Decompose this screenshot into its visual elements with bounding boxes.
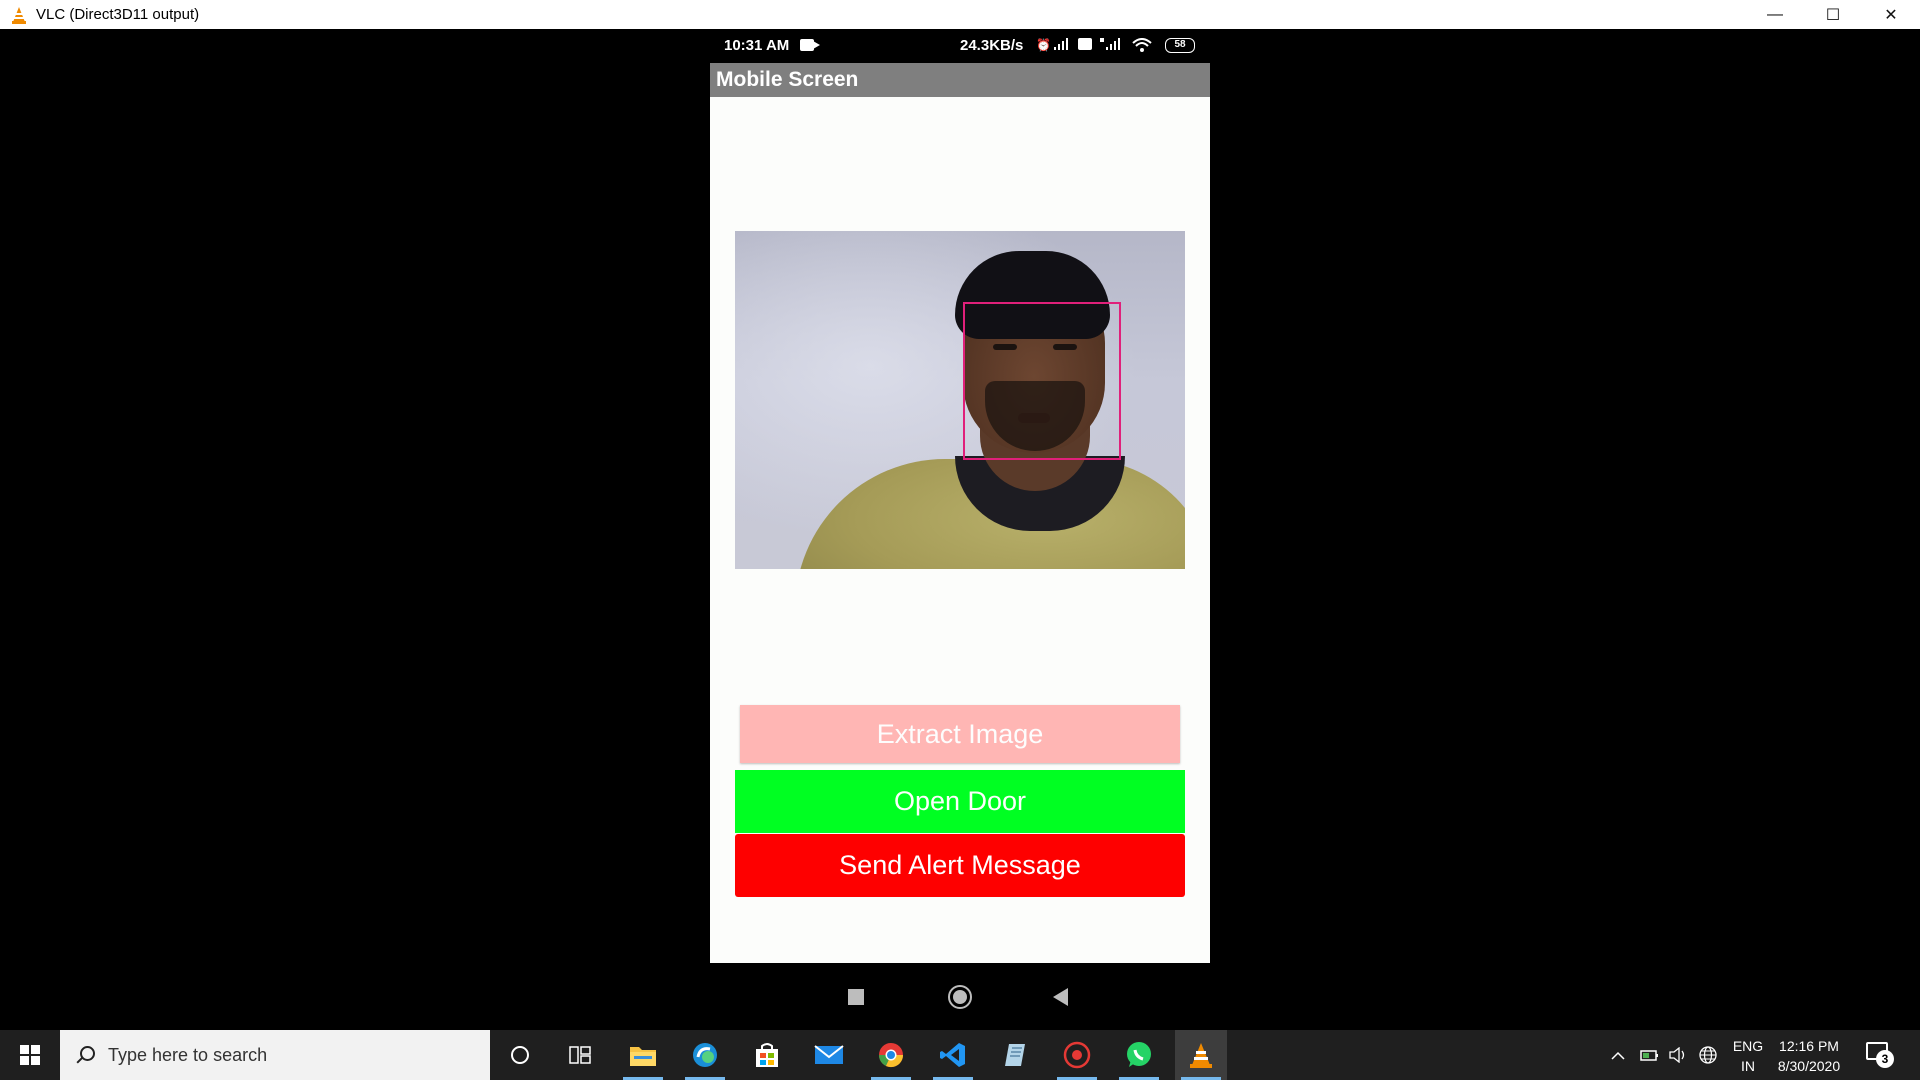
- close-button[interactable]: ✕: [1862, 0, 1920, 29]
- store-icon[interactable]: [741, 1030, 793, 1080]
- notification-count: 3: [1876, 1050, 1894, 1068]
- start-button[interactable]: [0, 1030, 60, 1080]
- task-view-icon[interactable]: [554, 1030, 606, 1080]
- language-code: ENG: [1732, 1038, 1764, 1054]
- recents-icon[interactable]: [848, 989, 864, 1005]
- alarm-icon: ⏰: [1036, 38, 1051, 52]
- whatsapp-icon[interactable]: [1113, 1030, 1165, 1080]
- window-title-bar: VLC (Direct3D11 output) — ☐ ✕: [0, 0, 1920, 29]
- data-rate: 24.3KB/s: [960, 37, 1024, 54]
- edge-icon[interactable]: [679, 1030, 731, 1080]
- vlc-icon: [10, 6, 28, 24]
- clock-date: 8/30/2020: [1777, 1058, 1841, 1074]
- battery-indicator: 58: [1165, 38, 1195, 53]
- windows-taskbar: ENG IN 12:16 PM 8/30/2020 3: [0, 1030, 1920, 1080]
- cortana-icon[interactable]: [494, 1030, 546, 1080]
- search-input[interactable]: [108, 1044, 468, 1066]
- volte-icon: [1078, 38, 1092, 53]
- signal-icon: [1054, 38, 1070, 53]
- notepad-icon[interactable]: [989, 1030, 1041, 1080]
- input-language[interactable]: ENG IN: [1728, 1036, 1768, 1076]
- screen-recorder-icon[interactable]: [1051, 1030, 1103, 1080]
- wifi-icon: [1132, 38, 1152, 55]
- chrome-icon[interactable]: [865, 1030, 917, 1080]
- send-alert-button[interactable]: Send Alert Message: [735, 834, 1185, 897]
- show-hidden-icons[interactable]: [1610, 1030, 1626, 1080]
- video-recording-icon: [800, 39, 820, 51]
- network-globe-icon[interactable]: [1698, 1030, 1718, 1080]
- vlc-taskbar-icon[interactable]: [1175, 1030, 1227, 1080]
- region-code: IN: [1741, 1058, 1755, 1074]
- search-icon: [76, 1046, 95, 1064]
- window-title: VLC (Direct3D11 output): [36, 6, 200, 23]
- clock-time: 12:16 PM: [1779, 1038, 1839, 1054]
- 4g-signal-icon: [1100, 38, 1120, 53]
- phone-status-bar: 10:31 AM 24.3KB/s ⏰ 58: [710, 29, 1210, 63]
- battery-charging-icon[interactable]: [1640, 1030, 1660, 1080]
- camera-preview: [735, 231, 1185, 569]
- notification-center-icon[interactable]: 3: [1866, 1042, 1894, 1068]
- app-title: Mobile Screen: [716, 68, 859, 91]
- taskbar-search[interactable]: [60, 1030, 490, 1080]
- app-title-bar: Mobile Screen: [710, 63, 1210, 97]
- minimize-button[interactable]: —: [1746, 0, 1804, 29]
- vscode-icon[interactable]: [927, 1030, 979, 1080]
- phone-time: 10:31 AM: [724, 37, 790, 54]
- system-clock[interactable]: 12:16 PM 8/30/2020: [1774, 1036, 1844, 1076]
- android-nav-bar: [710, 963, 1210, 1030]
- maximize-button[interactable]: ☐: [1804, 0, 1862, 29]
- mail-icon[interactable]: [803, 1030, 855, 1080]
- home-icon[interactable]: [948, 985, 972, 1009]
- volume-icon[interactable]: [1668, 1030, 1688, 1080]
- open-door-button[interactable]: Open Door: [735, 770, 1185, 833]
- windows-logo-icon: [20, 1045, 40, 1065]
- face-detection-box: [963, 302, 1121, 460]
- back-icon[interactable]: [1053, 988, 1068, 1006]
- extract-image-button[interactable]: Extract Image: [740, 705, 1180, 763]
- file-explorer-icon[interactable]: [617, 1030, 669, 1080]
